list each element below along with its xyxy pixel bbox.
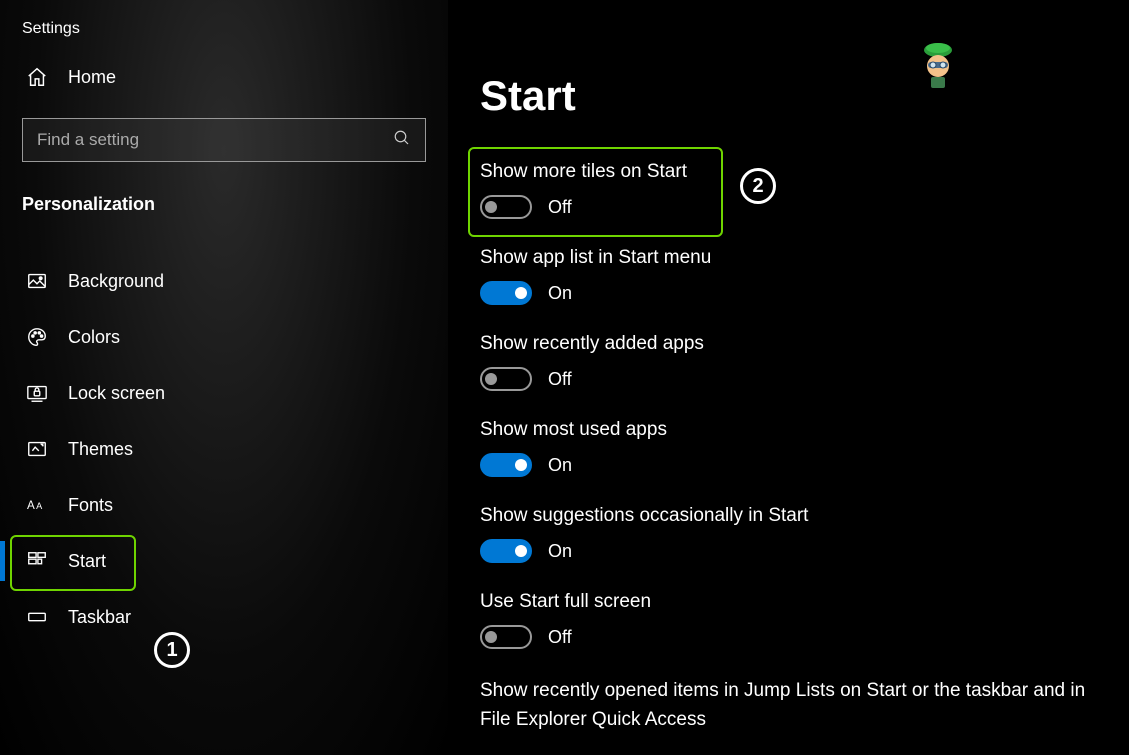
svg-text:A: A: [36, 501, 43, 511]
sidebar-item-label: Colors: [68, 327, 120, 348]
home-label: Home: [68, 67, 116, 88]
sidebar: Settings Home Personalization: [0, 0, 448, 755]
search-box[interactable]: [22, 118, 426, 162]
fonts-icon: A A: [26, 494, 48, 516]
setting-label: Use Start full screen: [480, 591, 1129, 613]
page-title: Start: [480, 72, 1129, 120]
setting-label: Show recently added apps: [480, 333, 1129, 355]
lockscreen-icon: [26, 382, 48, 404]
taskbar-icon: [26, 606, 48, 628]
sidebar-item-label: Themes: [68, 439, 133, 460]
svg-text:A: A: [27, 499, 35, 512]
sidebar-item-background[interactable]: Background: [0, 253, 448, 309]
start-icon: [26, 550, 48, 572]
setting-label: Show more tiles on Start: [480, 161, 687, 183]
toggle-state: Off: [548, 369, 572, 390]
sidebar-item-lockscreen[interactable]: Lock screen: [0, 365, 448, 421]
setting-label: Show most used apps: [480, 419, 1129, 441]
setting-label: Show suggestions occasionally in Start: [480, 505, 1129, 527]
toggle-state: Off: [548, 197, 572, 218]
annotation-number-2: 2: [740, 168, 776, 204]
avatar: [917, 40, 959, 88]
sidebar-item-themes[interactable]: Themes: [0, 421, 448, 477]
home-icon: [26, 66, 48, 88]
app-title: Settings: [0, 20, 448, 66]
palette-icon: [26, 326, 48, 348]
toggle-suggestions[interactable]: [480, 539, 532, 563]
sidebar-item-home[interactable]: Home: [0, 66, 448, 118]
sidebar-item-label: Lock screen: [68, 383, 165, 404]
toggle-state: Off: [548, 627, 572, 648]
setting-label: Show app list in Start menu: [480, 247, 1129, 269]
themes-icon: [26, 438, 48, 460]
toggle-app-list[interactable]: [480, 281, 532, 305]
search-icon: [393, 129, 411, 152]
sidebar-item-start[interactable]: Start: [0, 533, 448, 589]
toggle-state: On: [548, 283, 572, 304]
toggle-more-tiles[interactable]: [480, 195, 532, 219]
toggle-full-screen[interactable]: [480, 625, 532, 649]
setting-label: Show recently opened items in Jump Lists…: [480, 677, 1100, 734]
sidebar-item-colors[interactable]: Colors: [0, 309, 448, 365]
toggle-most-used[interactable]: [480, 453, 532, 477]
main-content: Start Show more tiles on Start Off 2 Sho…: [448, 0, 1129, 755]
toggle-state: On: [548, 541, 572, 562]
picture-icon: [26, 270, 48, 292]
sidebar-item-fonts[interactable]: A A Fonts: [0, 477, 448, 533]
sidebar-item-label: Taskbar: [68, 607, 131, 628]
toggle-state: On: [548, 455, 572, 476]
sidebar-item-taskbar[interactable]: Taskbar: [0, 589, 448, 645]
sidebar-item-label: Fonts: [68, 495, 113, 516]
section-title: Personalization: [0, 194, 448, 235]
toggle-recently-added[interactable]: [480, 367, 532, 391]
sidebar-item-label: Background: [68, 271, 164, 292]
sidebar-item-label: Start: [68, 551, 106, 572]
search-input[interactable]: [37, 130, 377, 150]
